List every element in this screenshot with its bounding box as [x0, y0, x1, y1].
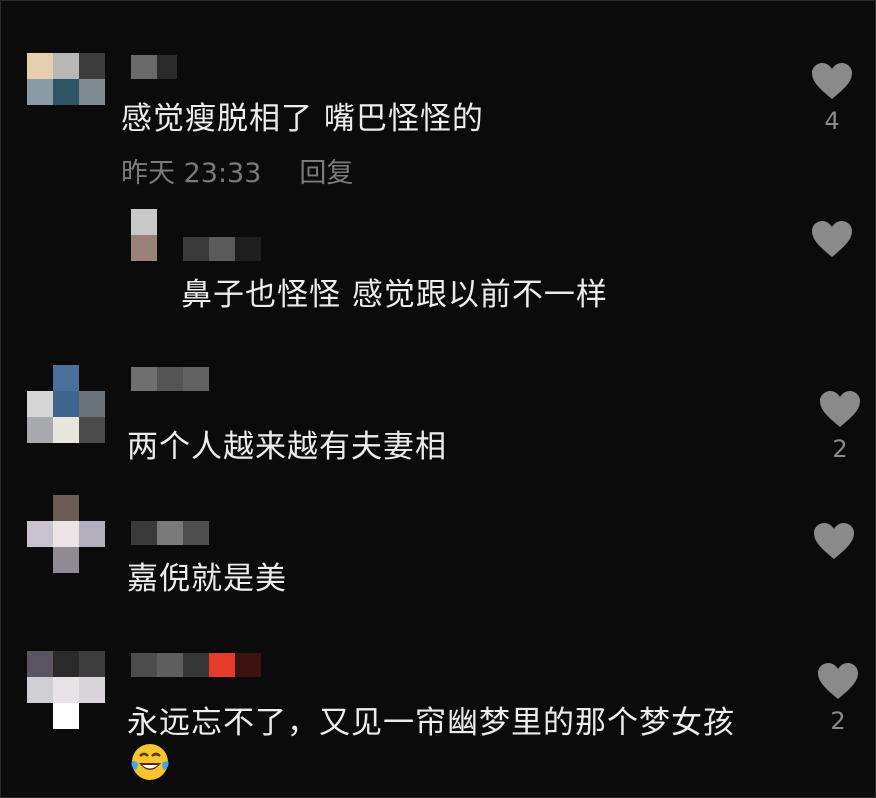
- username-pixelated[interactable]: [131, 55, 177, 79]
- like-button[interactable]: 2: [815, 389, 865, 463]
- avatar[interactable]: [27, 495, 105, 573]
- like-count: 4: [824, 107, 840, 135]
- comment-text: 感觉瘦脱相了 嘴巴怪怪的: [121, 101, 484, 137]
- heart-icon: [820, 391, 860, 427]
- comment-text: 两个人越来越有夫妻相: [127, 429, 447, 465]
- heart-icon: [814, 523, 854, 559]
- reply-button[interactable]: 回复: [299, 158, 353, 189]
- avatar[interactable]: [27, 53, 105, 131]
- comment-text: 鼻子也怪怪 感觉跟以前不一样: [181, 277, 608, 313]
- avatar[interactable]: [27, 365, 105, 443]
- heart-icon: [812, 221, 852, 257]
- username-pixelated[interactable]: [131, 367, 209, 391]
- like-count: 2: [830, 707, 846, 735]
- heart-icon: [812, 63, 852, 99]
- like-button[interactable]: 4: [807, 61, 857, 135]
- like-count: 2: [832, 435, 848, 463]
- comment-text: 永远忘不了，又见一帘幽梦里的那个梦女孩: [127, 705, 735, 741]
- heart-icon: [818, 663, 858, 699]
- comment-meta: 昨天 23:33 回复: [121, 151, 353, 190]
- comment-time: 昨天 23:33: [121, 158, 262, 189]
- like-button[interactable]: 2: [813, 661, 863, 735]
- like-button[interactable]: [807, 219, 857, 259]
- comment-list: 感觉瘦脱相了 嘴巴怪怪的 昨天 23:33 回复 4 鼻子也怪怪 感觉跟以前不一样…: [0, 0, 876, 798]
- username-pixelated[interactable]: [131, 521, 209, 545]
- avatar[interactable]: [131, 209, 183, 261]
- username-pixelated[interactable]: [183, 237, 261, 261]
- username-pixelated[interactable]: [131, 653, 261, 677]
- like-button[interactable]: [809, 521, 859, 561]
- laughing-tears-emoji: [131, 744, 169, 780]
- comment-text: 嘉倪就是美: [127, 561, 287, 597]
- avatar[interactable]: [27, 651, 105, 729]
